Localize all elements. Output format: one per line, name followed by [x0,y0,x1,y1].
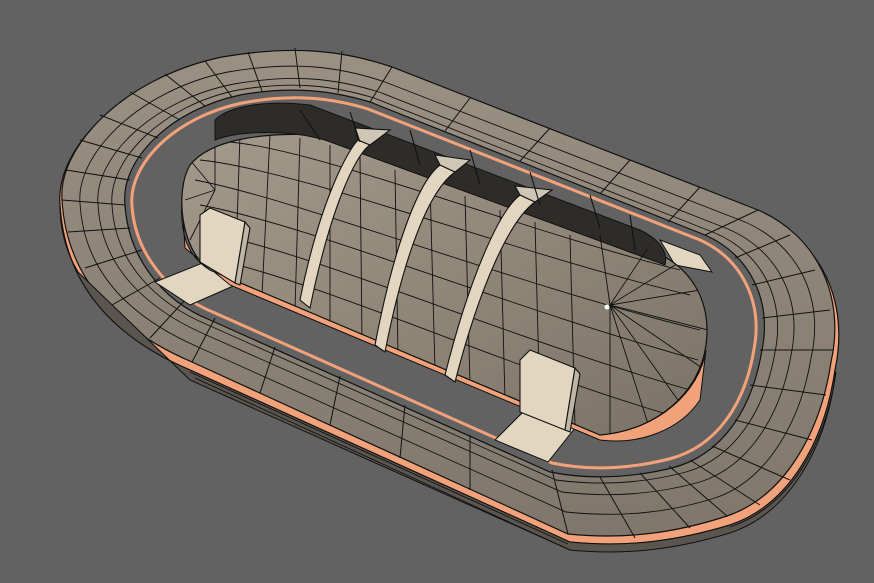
specular-highlight [604,304,610,310]
3d-viewport[interactable] [0,0,874,583]
wireframe-model [59,47,840,553]
